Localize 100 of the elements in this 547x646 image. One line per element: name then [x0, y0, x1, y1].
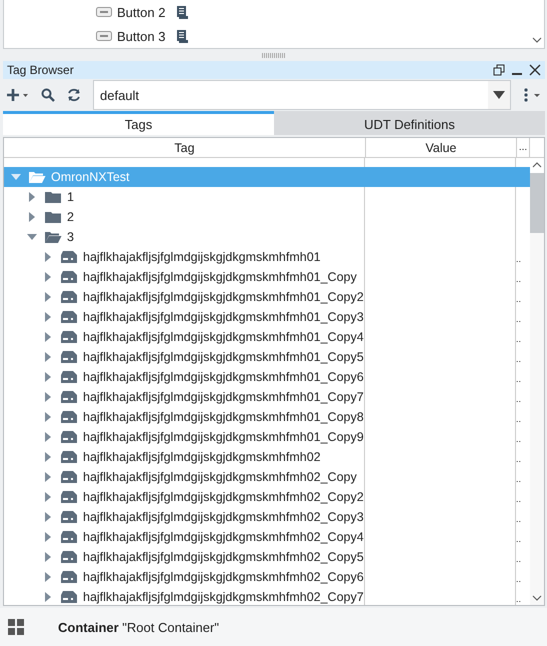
- scrollbar-thumb[interactable]: [530, 173, 544, 233]
- refresh-icon[interactable]: [67, 88, 81, 102]
- tag-name: hajflkhajakfljsjfglmdgijskgjdkgmskmhfmh01: [83, 250, 321, 264]
- truncated-value: ..: [516, 455, 522, 464]
- splitter-grip-icon[interactable]: [262, 52, 286, 58]
- tag-name: hajflkhajakfljsjfglmdgijskgjdkgmskmhfmh01_Copy5: [83, 350, 364, 364]
- tag-icon: [60, 270, 78, 284]
- truncated-value: ..: [516, 515, 522, 524]
- folder-icon: [44, 210, 62, 224]
- provider-dropdown[interactable]: default: [93, 80, 511, 110]
- tag-name: hajflkhajakfljsjfglmdgijskgjdkgmskmhfmh01_Copy3: [83, 310, 364, 324]
- tag-name: hajflkhajakfljsjfglmdgijskgjdkgmskmhfmh02_Copy: [83, 470, 357, 484]
- tag-icon: [60, 490, 78, 504]
- tag-icon: [60, 530, 78, 544]
- column-header[interactable]: Tag: [4, 138, 366, 157]
- add-icon[interactable]: [7, 88, 29, 102]
- tree-row[interactable]: 2: [4, 207, 530, 227]
- truncated-value: ..: [516, 435, 522, 444]
- tab[interactable]: UDT Definitions: [274, 111, 545, 135]
- truncated-value: ..: [516, 475, 522, 484]
- tree-row[interactable]: hajflkhajakfljsjfglmdgijskgjdkgmskmhfmh01_Copy6 ..: [4, 367, 530, 387]
- column-header[interactable]: Value: [366, 138, 517, 157]
- tag-name: hajflkhajakfljsjfglmdgijskgjdkgmskmhfmh02: [83, 450, 321, 464]
- tree-row[interactable]: hajflkhajakfljsjfglmdgijskgjdkgmskmhfmh02_Copy6 ..: [4, 567, 530, 587]
- tag-icon: [60, 290, 78, 304]
- tree-row[interactable]: hajflkhajakfljsjfglmdgijskgjdkgmskmhfmh01 ..: [4, 247, 530, 267]
- truncated-value: ..: [516, 535, 522, 544]
- truncated-value: ..: [516, 315, 522, 324]
- float-window-icon[interactable]: [493, 64, 505, 76]
- tree-row[interactable]: hajflkhajakfljsjfglmdgijskgjdkgmskmhfmh01_Copy4 ..: [4, 327, 530, 347]
- tree-row[interactable]: hajflkhajakfljsjfglmdgijskgjdkgmskmhfmh01_Copy7 ..: [4, 387, 530, 407]
- close-icon[interactable]: [529, 64, 541, 76]
- tag-name: hajflkhajakfljsjfglmdgijskgjdkgmskmhfmh02_Copy3: [83, 510, 364, 524]
- tag-name: hajflkhajakfljsjfglmdgijskgjdkgmskmhfmh02_Copy2: [83, 490, 364, 504]
- tag-name: hajflkhajakfljsjfglmdgijskgjdkgmskmhfmh01_Copy7: [83, 390, 364, 404]
- tag-name: hajflkhajakfljsjfglmdgijskgjdkgmskmhfmh01_Copy: [83, 270, 357, 284]
- tag-icon: [60, 550, 78, 564]
- truncated-value: ..: [516, 295, 522, 304]
- truncated-value: ..: [516, 415, 522, 424]
- folder-name: 2: [67, 210, 74, 224]
- button-component-icon: [96, 31, 112, 41]
- tree-row[interactable]: hajflkhajakfljsjfglmdgijskgjdkgmskmhfmh01_Copy ..: [4, 267, 530, 287]
- tag-name: hajflkhajakfljsjfglmdgijskgjdkgmskmhfmh01_Copy4: [83, 330, 364, 344]
- column-header[interactable]: ...: [517, 138, 530, 157]
- folder-name: 3: [67, 230, 74, 244]
- folder-name: OmronNXTest: [51, 170, 130, 184]
- truncated-value: ..: [516, 555, 522, 564]
- tree-row[interactable]: hajflkhajakfljsjfglmdgijskgjdkgmskmhfmh02_Copy5 ..: [4, 547, 530, 567]
- scroll-down-icon[interactable]: [532, 36, 542, 44]
- tag-icon: [60, 510, 78, 524]
- tag-icon: [60, 410, 78, 424]
- tag-icon: [60, 470, 78, 484]
- tree-row[interactable]: hajflkhajakfljsjfglmdgijskgjdkgmskmhfmh02 ..: [4, 447, 530, 467]
- tree-row[interactable]: hajflkhajakfljsjfglmdgijskgjdkgmskmhfmh01_Copy8 ..: [4, 407, 530, 427]
- tab[interactable]: Tags: [3, 111, 274, 135]
- tree-row[interactable]: hajflkhajakfljsjfglmdgijskgjdkgmskmhfmh02_Copy3 ..: [4, 507, 530, 527]
- scroll-up-icon[interactable]: [530, 158, 544, 173]
- component-name[interactable]: Button 3: [117, 28, 166, 44]
- open-folder-icon: [28, 170, 46, 184]
- tree-row[interactable]: hajflkhajakfljsjfglmdgijskgjdkgmskmhfmh01_Copy9 ..: [4, 427, 530, 447]
- tree-row[interactable]: hajflkhajakfljsjfglmdgijskgjdkgmskmhfmh02_Copy2 ..: [4, 487, 530, 507]
- tag-name: hajflkhajakfljsjfglmdgijskgjdkgmskmhfmh02_Copy6: [83, 570, 364, 584]
- folder-name: 1: [67, 190, 74, 204]
- tree-row[interactable]: hajflkhajakfljsjfglmdgijskgjdkgmskmhfmh01_Copy3 ..: [4, 307, 530, 327]
- tag-name: hajflkhajakfljsjfglmdgijskgjdkgmskmhfmh02_Copy5: [83, 550, 364, 564]
- script-icon[interactable]: [176, 30, 188, 42]
- tag-icon: [60, 570, 78, 584]
- tag-name: hajflkhajakfljsjfglmdgijskgjdkgmskmhfmh02_Copy7: [83, 590, 364, 604]
- tag-icon: [60, 310, 78, 324]
- tag-icon: [60, 250, 78, 264]
- tree-row[interactable]: hajflkhajakfljsjfglmdgijskgjdkgmskmhfmh01_Copy5 ..: [4, 347, 530, 367]
- tag-name: hajflkhajakfljsjfglmdgijskgjdkgmskmhfmh01_Copy2: [83, 290, 364, 304]
- search-icon[interactable]: [41, 88, 55, 102]
- panel-title: Tag Browser: [7, 63, 74, 77]
- status-text: Container "Root Container": [58, 620, 219, 634]
- truncated-value: ..: [516, 275, 522, 284]
- tag-icon: [60, 370, 78, 384]
- truncated-value: ..: [516, 395, 522, 404]
- tree-row[interactable]: 3: [4, 227, 530, 247]
- tag-icon: [60, 390, 78, 404]
- tree-row[interactable]: 1: [4, 187, 530, 207]
- grid-icon[interactable]: [8, 619, 24, 635]
- tag-icon: [60, 330, 78, 344]
- component-name[interactable]: Button 2: [117, 4, 166, 20]
- tree-row[interactable]: hajflkhajakfljsjfglmdgijskgjdkgmskmhfmh02_Copy7 ..: [4, 587, 530, 605]
- tree-row[interactable]: hajflkhajakfljsjfglmdgijskgjdkgmskmhfmh02_Copy ..: [4, 467, 530, 487]
- open-folder-icon: [44, 230, 62, 244]
- truncated-value: ..: [516, 595, 522, 604]
- script-icon[interactable]: [176, 6, 188, 18]
- tree-row[interactable]: hajflkhajakfljsjfglmdgijskgjdkgmskmhfmh02_Copy4 ..: [4, 527, 530, 547]
- more-options-icon[interactable]: [523, 88, 541, 102]
- truncated-value: ..: [516, 375, 522, 384]
- tag-name: hajflkhajakfljsjfglmdgijskgjdkgmskmhfmh01_Copy6: [83, 370, 364, 384]
- truncated-value: ..: [516, 575, 522, 584]
- tag-icon: [60, 350, 78, 364]
- truncated-value: ..: [516, 335, 522, 344]
- tree-row[interactable]: hajflkhajakfljsjfglmdgijskgjdkgmskmhfmh01_Copy2 ..: [4, 287, 530, 307]
- tag-name: hajflkhajakfljsjfglmdgijskgjdkgmskmhfmh01_Copy8: [83, 410, 364, 424]
- dropdown-arrow-icon: [493, 91, 505, 99]
- tag-name: hajflkhajakfljsjfglmdgijskgjdkgmskmhfmh02_Copy4: [83, 530, 364, 544]
